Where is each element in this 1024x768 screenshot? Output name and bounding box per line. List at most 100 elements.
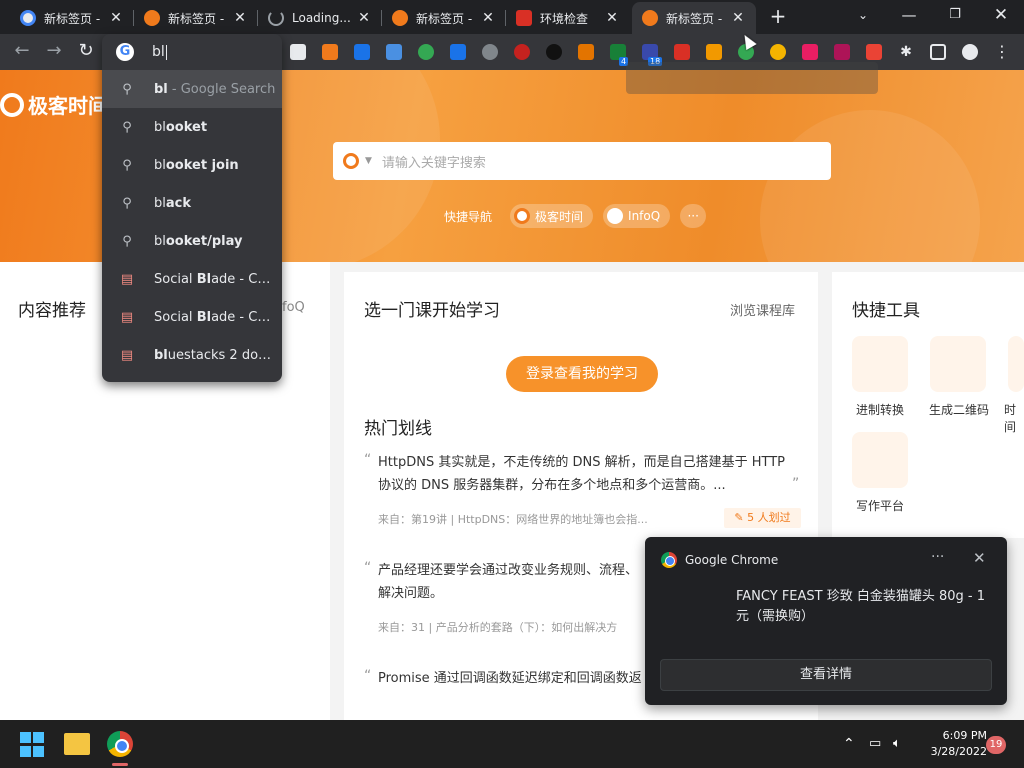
notification-count-badge[interactable]: 19 — [986, 736, 1006, 754]
close-tab-icon[interactable]: ✕ — [232, 10, 248, 26]
base-convert-icon[interactable] — [852, 336, 908, 392]
extension-flower-icon[interactable] — [802, 44, 818, 60]
network-icon[interactable]: ▭ — [869, 736, 881, 751]
highlight-text[interactable]: HttpDNS 其实就是，不走传统的 DNS 解析，而是自己搭建基于 HTTP … — [378, 451, 798, 497]
quick-link-infoq[interactable]: InfoQ — [603, 204, 671, 228]
close-tab-icon[interactable]: ✕ — [108, 10, 124, 26]
extension-flag-icon[interactable] — [834, 44, 850, 60]
suggestion-item[interactable]: ⚲ bl - Google Search — [102, 70, 282, 108]
suggestion-item[interactable]: ▤ Social Blade - Chr... — [102, 260, 282, 298]
extension-taobao-icon[interactable] — [578, 44, 594, 60]
suggestion-item[interactable]: ⚲ blooket join — [102, 146, 282, 184]
active-app-indicator — [112, 763, 128, 766]
extension-camera-icon[interactable] — [290, 44, 306, 60]
feather-pen-icon[interactable] — [852, 432, 908, 488]
close-tab-icon[interactable]: ✕ — [356, 10, 372, 26]
extension-wave-icon[interactable] — [482, 44, 498, 60]
geekbang-icon — [392, 10, 408, 26]
extension-checkbox-icon[interactable] — [386, 44, 402, 60]
extension-cross-icon[interactable] — [674, 44, 690, 60]
system-clock[interactable]: 6:09 PM 3/28/2022 — [921, 728, 987, 760]
geekbang-icon — [514, 208, 531, 224]
puzzle-icon[interactable]: ✱ — [898, 44, 914, 60]
site-logo[interactable]: 极客时间 — [0, 90, 108, 119]
more-options-icon[interactable]: ··· — [931, 549, 944, 565]
file-explorer-icon[interactable] — [64, 733, 90, 755]
extension-translate-2-icon[interactable] — [450, 44, 466, 60]
tab-search-icon[interactable]: ⌄ — [840, 0, 886, 32]
highlight-text[interactable]: Promise 通过回调函数延迟绑定和回调函数返 — [378, 667, 646, 690]
highlight-source[interactable]: 来自：第19讲 | HttpDNS：网络世界的地址簿也会指... — [378, 511, 668, 527]
tab-4[interactable]: 新标签页 - ✕ — [382, 2, 506, 34]
history-page-icon: ▤ — [120, 347, 134, 363]
qrcode-icon[interactable] — [930, 336, 986, 392]
quick-nav: 快捷导航 极客时间 InfoQ ··· — [444, 204, 707, 228]
tab-6-active[interactable]: 新标签页 - ✕ — [632, 2, 756, 34]
login-view-learning-button[interactable]: 登录查看我的学习 — [506, 356, 658, 392]
quick-link-label: 极客时间 — [535, 209, 584, 224]
suggestion-item[interactable]: ⚲ blooket/play — [102, 222, 282, 260]
tool-label[interactable]: 时间 — [1004, 401, 1024, 435]
minimize-icon[interactable]: — — [886, 0, 932, 32]
close-notification-icon[interactable]: ✕ — [973, 549, 986, 567]
close-window-icon[interactable]: ✕ — [978, 0, 1024, 32]
browse-courses-link[interactable]: 浏览课程库 — [730, 300, 795, 319]
tab-title: 新标签页 - — [168, 11, 225, 26]
restore-icon[interactable]: ❐ — [932, 0, 978, 32]
suggestion-item[interactable]: ▤ bluestacks 2 dow... — [102, 336, 282, 374]
new-tab-button[interactable]: + — [766, 5, 790, 29]
quick-link-geekbang[interactable]: 极客时间 — [510, 204, 594, 228]
suggestion-item[interactable]: ▤ Social Blade - Chr... — [102, 298, 282, 336]
infoq-tab[interactable]: foQ — [282, 300, 305, 315]
red-figure-icon — [516, 10, 532, 26]
close-tab-icon[interactable]: ✕ — [730, 10, 746, 26]
menu-kebab-icon[interactable]: ⋮ — [994, 44, 1010, 60]
highlight-source[interactable]: 来自：31 | 产品分析的套路（下）：如何出解决方 — [378, 619, 646, 635]
side-panel-icon[interactable] — [930, 44, 946, 60]
site-search-box[interactable]: ▼ 请输入关键字搜索 — [333, 142, 831, 180]
logo-text: 极客时间 — [28, 94, 108, 118]
forward-icon[interactable]: → — [42, 40, 66, 64]
hot-highlights-title: 热门划线 — [364, 419, 432, 439]
profile-avatar-icon[interactable] — [962, 44, 978, 60]
extension-fe-icon[interactable] — [866, 44, 882, 60]
hero-decoration — [760, 110, 980, 262]
extension-shield-icon[interactable] — [546, 44, 562, 60]
search-icon: ⚲ — [122, 81, 132, 97]
more-links-button[interactable]: ··· — [680, 204, 707, 228]
reload-icon[interactable]: ↻ — [74, 40, 98, 64]
time-tool-icon[interactable] — [1008, 336, 1024, 392]
tool-label[interactable]: 写作平台 — [840, 497, 920, 514]
extension-translate-icon[interactable] — [354, 44, 370, 60]
search-engine-icon[interactable] — [343, 153, 359, 169]
close-tab-icon[interactable]: ✕ — [604, 10, 620, 26]
tool-label[interactable]: 生成二维码 — [919, 401, 999, 418]
extension-geekbang-icon[interactable] — [322, 44, 338, 60]
chrome-taskbar-icon[interactable] — [107, 731, 133, 757]
highlight-text[interactable]: 产品经理还要学会通过改变业务规则、流程、解决问题。 — [378, 559, 648, 605]
windows-start-icon[interactable] — [20, 732, 46, 758]
chevron-up-icon[interactable]: ⌃ — [843, 736, 855, 752]
view-details-button[interactable]: 查看详情 — [660, 659, 992, 691]
quick-link-label: InfoQ — [628, 209, 661, 223]
close-tab-icon[interactable]: ✕ — [480, 10, 496, 26]
tool-label[interactable]: 进制转换 — [840, 401, 920, 418]
back-icon[interactable]: ← — [10, 40, 34, 64]
course-card-title: 选一门课开始学习 — [364, 301, 500, 321]
extension-ball-icon[interactable] — [770, 44, 786, 60]
suggestion-item[interactable]: ⚲ blooket — [102, 108, 282, 146]
tab-5[interactable]: 环境检查 ✕ — [506, 2, 630, 34]
extension-tao-icon[interactable] — [706, 44, 722, 60]
geekbang-logo-icon — [0, 92, 24, 117]
tab-1[interactable]: 新标签页 - ✕ — [10, 2, 134, 34]
extension-paw-icon[interactable] — [418, 44, 434, 60]
suggestion-item[interactable]: ⚲ black — [102, 184, 282, 222]
dropdown-triangle-icon[interactable]: ▼ — [365, 156, 372, 166]
notification-message: FANCY FEAST 珍致 白金装猫罐头 80g - 1元（需换购） — [736, 589, 986, 624]
tab-2[interactable]: 新标签页 - ✕ — [134, 2, 258, 34]
speaker-icon[interactable]: 🔈︎ — [893, 736, 901, 751]
extension-circle-icon[interactable] — [514, 44, 530, 60]
tab-3[interactable]: Loading... ✕ — [258, 2, 382, 34]
omnibox-input[interactable]: G bl — [102, 34, 282, 70]
omnibox-value[interactable]: bl — [152, 44, 165, 60]
